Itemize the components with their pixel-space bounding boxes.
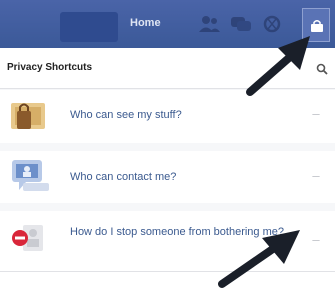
shortcut-who-can-contact-me[interactable]: Who can contact me? – [0, 151, 335, 204]
section-divider [0, 203, 335, 211]
annotation-arrow-settings [246, 36, 310, 96]
shortcut-label: Who can contact me? [70, 171, 177, 183]
annotation-arrow-bothering [218, 230, 300, 288]
shortcut-label: Who can see my stuff? [70, 109, 182, 121]
friends-icon[interactable] [198, 15, 220, 38]
lock-padlock-icon [9, 97, 51, 138]
home-tab[interactable]: Home [130, 17, 161, 29]
block-person-icon [9, 221, 51, 262]
privacy-shortcuts-title: Privacy Shortcuts [7, 62, 93, 73]
contact-chat-icon [9, 157, 51, 200]
chevron-icon: – [312, 232, 320, 247]
chevron-icon: – [312, 106, 320, 121]
chevron-icon: – [312, 168, 320, 183]
section-divider [0, 143, 335, 151]
app-title-block [60, 12, 118, 42]
